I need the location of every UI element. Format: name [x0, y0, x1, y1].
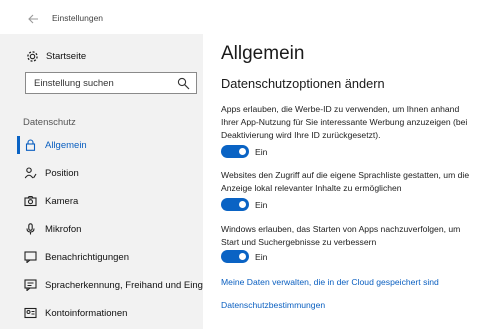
sidebar-item-label: Kamera — [45, 196, 79, 207]
toggle-state: Ein — [255, 200, 268, 210]
section-title: Datenschutzoptionen ändern — [221, 76, 385, 91]
toggle-knob — [239, 201, 246, 208]
sidebar-item-allgemein[interactable]: Allgemein — [0, 133, 203, 157]
toggle-state: Ein — [255, 147, 268, 157]
sidebar-item-kontoinformationen[interactable]: Kontoinformationen — [0, 301, 203, 325]
sidebar-item-label: Kontoinformationen — [45, 308, 128, 319]
app-launch-tracking-toggle[interactable] — [221, 250, 249, 263]
sidebar-item-mikrofon[interactable]: Mikrofon — [0, 217, 203, 241]
option-description: Windows erlauben, das Starten von Apps n… — [221, 223, 491, 249]
sidebar: Startseite Einstellung suchen Datenschut… — [0, 34, 219, 329]
description-line: Deaktivierung wird Ihre ID zurückgesetzt… — [221, 130, 381, 140]
description-line: Anzeige lokal relevanter Inhalte zu ermö… — [221, 183, 402, 193]
advertising-id-toggle[interactable] — [221, 145, 249, 158]
page-title: Allgemein — [221, 43, 305, 64]
section-heading: Datenschutz — [23, 117, 76, 128]
search-placeholder: Einstellung suchen — [34, 78, 114, 89]
sidebar-item-kamera[interactable]: Kamera — [0, 189, 203, 213]
description-line: Ihrer App-Nutzung für Sie interessante W… — [221, 117, 468, 127]
home-label: Startseite — [46, 50, 87, 62]
toggle-knob — [239, 253, 246, 260]
location-person-icon — [24, 167, 37, 179]
gear-icon — [27, 50, 38, 62]
language-list-toggle[interactable] — [221, 198, 249, 211]
main-content: Allgemein Datenschutzoptionen ändern App… — [203, 34, 494, 329]
title-bar: Einstellungen — [0, 0, 494, 34]
speech-input-icon — [24, 279, 37, 291]
home-link[interactable]: Startseite — [26, 49, 86, 63]
sidebar-item-label: Benachrichtigungen — [45, 252, 129, 263]
search-icon[interactable] — [177, 77, 190, 90]
sidebar-item-label: Spracherkennung, Freihand und Eingabe — [45, 280, 219, 291]
window-title: Einstellungen — [52, 13, 104, 23]
sidebar-item-label: Allgemein — [45, 140, 87, 151]
sidebar-item-position[interactable]: Position — [0, 161, 203, 185]
description-line: Start und Suchergebnisse zu verbessern — [221, 237, 377, 247]
description-line: Windows erlauben, das Starten von Apps n… — [221, 224, 461, 234]
active-indicator — [17, 136, 20, 154]
microphone-icon — [26, 223, 35, 235]
option-description: Apps erlauben, die Werbe-ID zu verwenden… — [221, 103, 491, 142]
sidebar-item-benachrichtigungen[interactable]: Benachrichtigungen — [0, 245, 203, 269]
privacy-statement-link[interactable]: Datenschutzbestimmungen — [221, 300, 325, 310]
option-description: Websites den Zugriff auf die eigene Spra… — [221, 169, 491, 195]
back-arrow-icon[interactable] — [27, 13, 39, 25]
sidebar-item-label: Position — [45, 168, 79, 179]
search-input[interactable]: Einstellung suchen — [25, 72, 197, 94]
account-info-icon — [24, 307, 37, 319]
notification-icon — [24, 251, 37, 263]
lock-icon — [25, 139, 36, 151]
manage-cloud-data-link[interactable]: Meine Daten verwalten, die in der Cloud … — [221, 277, 439, 287]
sidebar-item-spracherkennung[interactable]: Spracherkennung, Freihand und Eingabe — [0, 273, 219, 297]
toggle-knob — [239, 148, 246, 155]
description-line: Apps erlauben, die Werbe-ID zu verwenden… — [221, 104, 460, 114]
sidebar-item-label: Mikrofon — [45, 224, 82, 235]
description-line: Websites den Zugriff auf die eigene Spra… — [221, 170, 470, 180]
toggle-state: Ein — [255, 252, 268, 262]
camera-icon — [24, 195, 37, 207]
